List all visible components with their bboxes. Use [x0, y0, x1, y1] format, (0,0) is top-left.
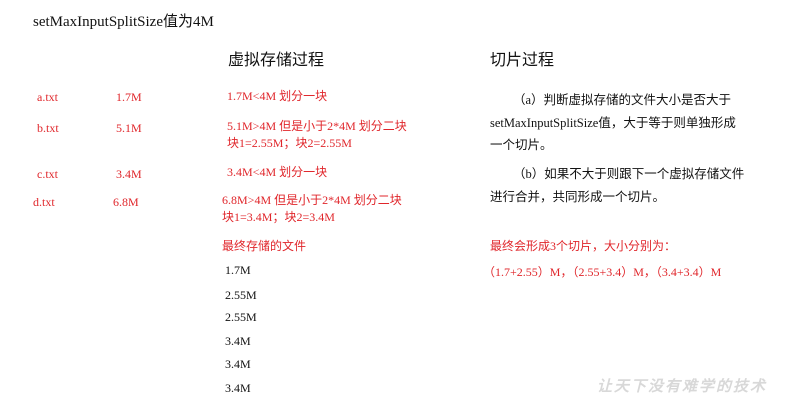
- file-name-d: d.txt: [33, 195, 55, 209]
- file-size-d: 6.8M: [113, 195, 139, 209]
- rule-a-line3: 一个切片。: [490, 138, 553, 152]
- rule-b-line2: 进行合并，共同形成一个切片。: [490, 190, 666, 204]
- file-result-c: 3.4M<4M 划分一块: [227, 165, 328, 179]
- rule-b-line1: （b）如果不大于则跟下一个虚拟存储文件: [513, 167, 745, 181]
- watermark: 让天下没有难学的技术: [596, 379, 767, 395]
- file-result-d: 6.8M>4M 但是小于2*4M 划分二块: [222, 193, 402, 207]
- final-file-item: 2.55M: [225, 310, 257, 324]
- file-size-a: 1.7M: [116, 90, 142, 104]
- virtual-storage-heading: 虚拟存储过程: [228, 52, 325, 69]
- file-result-b: 5.1M>4M 但是小于2*4M 划分二块: [227, 119, 407, 133]
- file-name-c: c.txt: [37, 167, 58, 181]
- file-result-a: 1.7M<4M 划分一块: [227, 89, 328, 103]
- slicing-heading: 切片过程: [490, 52, 555, 69]
- rule-a-line1: （a）判断虚拟存储的文件大小是否大于: [513, 93, 732, 107]
- summary-line2: （1.7+2.55）M，（2.55+3.4）M，（3.4+3.4）M: [483, 265, 722, 279]
- file-size-b: 5.1M: [116, 121, 142, 135]
- file-result-d-blocks: 块1=3.4M；块2=3.4M: [222, 210, 335, 224]
- file-name-b: b.txt: [37, 121, 59, 135]
- file-size-c: 3.4M: [116, 167, 142, 181]
- file-result-b-blocks: 块1=2.55M；块2=2.55M: [227, 136, 352, 150]
- summary-line1: 最终会形成3个切片，大小分别为：: [490, 239, 677, 253]
- file-name-a: a.txt: [37, 90, 58, 104]
- page-title: setMaxInputSplitSize值为4M: [33, 14, 214, 30]
- final-file-item: 3.4M: [225, 357, 251, 371]
- final-file-item: 3.4M: [225, 334, 251, 348]
- final-file-item: 1.7M: [225, 263, 251, 277]
- final-file-item: 3.4M: [225, 381, 251, 395]
- final-files-label: 最终存储的文件: [222, 239, 307, 253]
- final-file-item: 2.55M: [225, 288, 257, 302]
